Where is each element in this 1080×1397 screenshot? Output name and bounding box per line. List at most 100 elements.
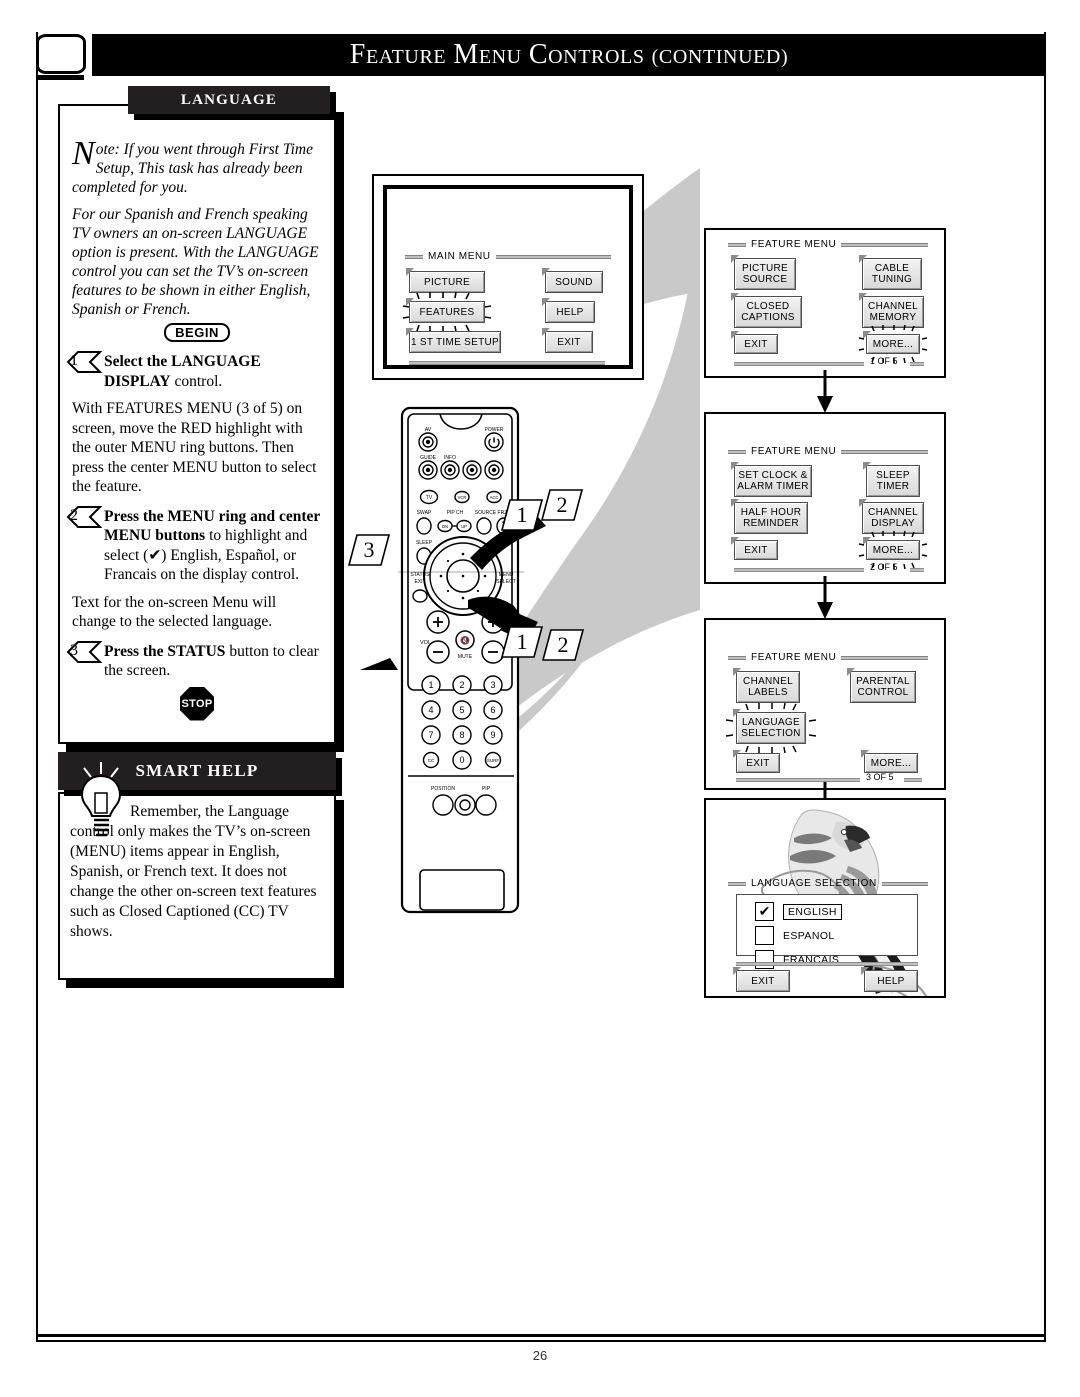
lang-sel-options-panel: ✔ ENGLISH ESPANOL FRANCAIS [736,894,918,969]
note-paragraph: Note: If you went through First Time Set… [72,135,322,197]
fm3-button-more[interactable]: MORE... [864,753,918,773]
osd-button-sound[interactable]: SOUND [545,271,603,293]
callout-1-top: 1 [500,498,544,532]
osd-button-picture[interactable]: PICTURE [409,271,485,293]
fm2-button-set-clock-alarm-timer[interactable]: SET CLOCK & ALARM TIMER [734,465,812,497]
lightbulb-icon [74,762,128,837]
tv-screen-icon [36,34,86,80]
fm3-button-more-label: MORE... [870,757,912,769]
step-number-badge-1: 1 [66,350,104,374]
lang-sel-bottom-rule [736,962,918,966]
note-text: ote: If you went through First Time Setu… [72,141,313,196]
svg-text:POSITION: POSITION [431,786,455,792]
osd-button-help-label: HELP [556,306,584,318]
svg-text:GUIDE: GUIDE [420,455,437,461]
osd-button-help[interactable]: HELP [545,301,595,323]
fm1-button-exit[interactable]: EXIT [734,334,778,354]
callout-3: 3 [347,533,391,567]
osd-button-exit[interactable]: EXIT [545,331,593,353]
fm2-button-exit[interactable]: EXIT [734,540,778,560]
step-2: 2 Press the MENU ring and center MENU bu… [66,505,322,585]
fm2-button-channel-display[interactable]: CHANNEL DISPLAY [862,502,924,534]
fm1-bottom-rule-right [910,362,924,366]
page-number: 26 [532,1348,548,1363]
fm2-page-label: 2 OF 5 [870,562,898,572]
callout-3-text: 3 [363,537,375,562]
osd-button-1st-time-setup[interactable]: 1 ST TIME SETUP [409,331,501,353]
fm3-button-language-selection-label: LANGUAGE SELECTION [741,717,801,739]
lang-sel-help-button[interactable]: HELP [864,970,918,992]
fm2-button-more[interactable]: MORE... [866,540,920,560]
fm1-button-channel-memory[interactable]: CHANNEL MEMORY [862,296,924,328]
fm2-button-half-hour-reminder[interactable]: HALF HOUR REMINDER [734,502,808,534]
fm3-bottom-rule-right [904,778,922,782]
page-header-bar: FEATURE MENU CONTROLS (CONTINUED) [92,34,1046,76]
svg-text:SURF: SURF [487,758,500,763]
fm3-button-parental-control[interactable]: PARENTAL CONTROL [850,671,916,703]
osd-button-1st-time-setup-label: 1 ST TIME SETUP [410,336,500,348]
main-menu-bottom-rule [409,361,605,365]
osd-button-features-label: FEATURES [419,306,475,318]
fm2-header-text: FEATURE MENU [751,446,837,457]
svg-text:PIP: PIP [482,786,491,792]
step-number-badge-3: 3 [66,640,104,664]
svg-text:1: 1 [428,680,433,690]
note-dropcap: N [72,135,95,172]
fm3-button-language-selection[interactable]: LANGUAGE SELECTION [736,712,806,744]
arrow-fm1-to-fm2 [817,370,833,413]
svg-text:4: 4 [428,705,433,715]
fm1-button-closed-captions[interactable]: CLOSED CAPTIONS [734,296,802,328]
language-panel-title: LANGUAGE [128,86,330,114]
svg-text:2: 2 [459,680,464,690]
svg-text:6: 6 [490,705,495,715]
callout-1-bottom: 1 [500,625,544,659]
callout-1-bottom-text: 1 [516,629,528,654]
fm3-button-exit-label: EXIT [746,757,770,769]
fm3-button-exit[interactable]: EXIT [736,753,780,773]
fm2-button-half-hour-reminder-label: HALF HOUR REMINDER [740,507,802,529]
lang-option-espanol[interactable]: ESPANOL [755,926,917,945]
check-glyph: ✔ [758,903,771,919]
lang-sel-help-label: HELP [877,975,905,987]
svg-text:3: 3 [490,680,495,690]
fm2-button-more-label: MORE... [872,544,914,556]
checkbox-francais[interactable] [755,950,774,969]
fm3-page-label: 3 OF 5 [866,772,894,782]
checkbox-english[interactable]: ✔ [755,902,774,921]
begin-marker: BEGIN [72,323,322,342]
lang-option-english[interactable]: ✔ ENGLISH [755,902,917,921]
fm2-bottom-rule [734,568,864,572]
fm1-bottom-rule [734,362,864,366]
callout-2-bottom-text: 2 [557,632,569,657]
fm2-button-set-clock-alarm-timer-label: SET CLOCK & ALARM TIMER [737,470,809,492]
callout-2-bottom: 2 [541,628,585,662]
fm2-button-sleep-timer[interactable]: SLEEP TIMER [866,465,920,497]
fm1-button-more[interactable]: MORE... [866,334,920,354]
lang-sel-exit-button[interactable]: EXIT [736,970,790,992]
svg-text:5: 5 [459,705,464,715]
fm1-button-cable-tuning[interactable]: CABLE TUNING [862,258,922,290]
language-panel-title-text: LANGUAGE [180,91,278,108]
callout-1-top-text: 1 [516,502,528,527]
lang-sel-header-text: LANGUAGE SELECTION [751,878,877,889]
lang-sel-osd-header: LANGUAGE SELECTION [728,878,928,889]
fm3-button-channel-labels[interactable]: CHANNEL LABELS [736,671,800,703]
checkbox-espanol[interactable] [755,926,774,945]
arrow-fm2-to-fm3 [817,576,833,619]
svg-text:7: 7 [428,730,433,740]
fm1-button-channel-memory-label: CHANNEL MEMORY [868,301,918,323]
language-selection-screen: LANGUAGE SELECTION ✔ ENGLISH ESPANOL FRA… [704,798,946,998]
fm2-button-channel-display-label: CHANNEL DISPLAY [868,507,918,529]
fm3-button-channel-labels-label: CHANNEL LABELS [743,676,793,698]
osd-button-features[interactable]: FEATURES [409,301,485,323]
svg-text:0: 0 [459,755,464,765]
fm1-button-picture-source[interactable]: PICTURE SOURCE [734,258,796,290]
step-1-body: With FEATURES MENU (3 of 5) on screen, m… [72,400,317,495]
step-1: 1 Select the LANGUAGE DISPLAY control. [66,351,322,391]
svg-text:INFO: INFO [444,455,456,461]
feature-menu-2-of-5: FEATURE MENU SET CLOCK & ALARM TIMER SLE… [704,412,946,584]
lang-option-francais[interactable]: FRANCAIS [755,950,917,969]
main-menu-screen: MAIN MENU PICTURE SOUND FEATURES HELP 1 … [372,174,644,380]
svg-text:9: 9 [490,730,495,740]
step-number-2: 2 [70,506,78,524]
